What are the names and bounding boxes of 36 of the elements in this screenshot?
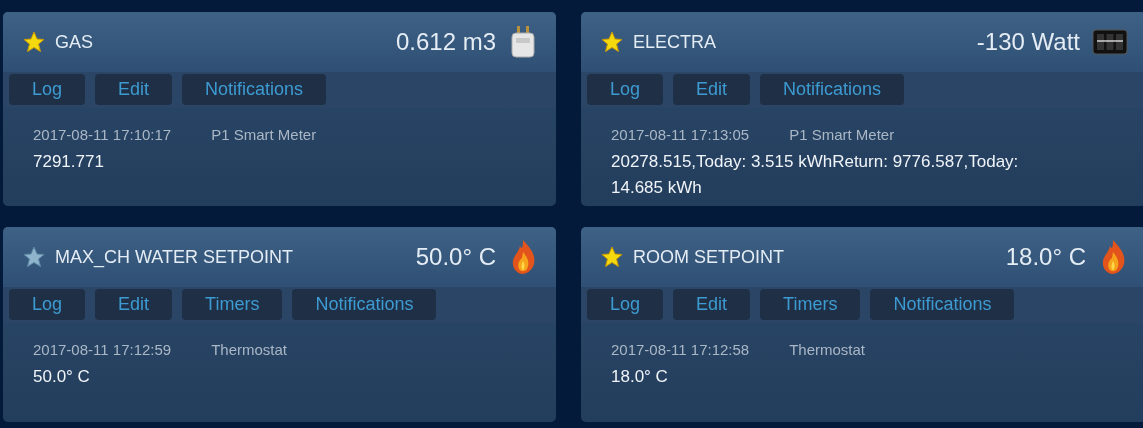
action-button[interactable]: Notifications bbox=[292, 289, 437, 320]
device-type: P1 Smart Meter bbox=[211, 126, 317, 143]
action-button[interactable]: Notifications bbox=[182, 74, 327, 105]
gas-meter-icon bbox=[508, 24, 538, 60]
action-button[interactable]: Log bbox=[587, 289, 664, 320]
action-button[interactable]: Edit bbox=[673, 289, 751, 320]
device-type: Thermostat bbox=[211, 341, 288, 358]
action-button[interactable]: Notifications bbox=[870, 289, 1015, 320]
last-update: 2017-08-11 17:13:05 bbox=[611, 126, 750, 143]
action-button[interactable]: Notifications bbox=[760, 74, 905, 105]
device-value: 0.612 m3 bbox=[395, 28, 496, 56]
device-value: -130 Watt bbox=[976, 28, 1080, 56]
action-button[interactable]: Edit bbox=[95, 289, 173, 320]
last-update: 2017-08-11 17:10:17 bbox=[33, 126, 172, 143]
device-data: 50.0° C bbox=[33, 366, 91, 388]
action-button[interactable]: Log bbox=[9, 289, 86, 320]
action-button[interactable]: Log bbox=[587, 74, 664, 105]
device-name: ELECTRA bbox=[633, 31, 718, 53]
device-name: MAX_CH WATER SETPOINT bbox=[55, 246, 295, 268]
last-update: 2017-08-11 17:12:59 bbox=[33, 341, 172, 358]
device-data: 7291.771 bbox=[33, 151, 105, 173]
device-value: 50.0° C bbox=[415, 243, 496, 271]
device-type: P1 Smart Meter bbox=[789, 126, 895, 143]
device-data: 20278.515,Today: 3.515 kWhReturn: 9776.587,Today: 14.685 kWh bbox=[611, 151, 1020, 199]
action-button[interactable]: Edit bbox=[673, 74, 751, 105]
action-button[interactable]: Log bbox=[9, 74, 86, 105]
action-button[interactable]: Edit bbox=[95, 74, 173, 105]
device-data: 18.0° C bbox=[611, 366, 669, 388]
device-name: GAS bbox=[55, 31, 94, 53]
counter-icon bbox=[1092, 28, 1128, 56]
last-update: 2017-08-11 17:12:58 bbox=[611, 341, 750, 358]
device-value: 18.0° C bbox=[1005, 243, 1086, 271]
device-type: Thermostat bbox=[789, 341, 866, 358]
action-button[interactable]: Timers bbox=[760, 289, 861, 320]
device-name: ROOM SETPOINT bbox=[633, 246, 785, 268]
action-button[interactable]: Timers bbox=[182, 289, 283, 320]
